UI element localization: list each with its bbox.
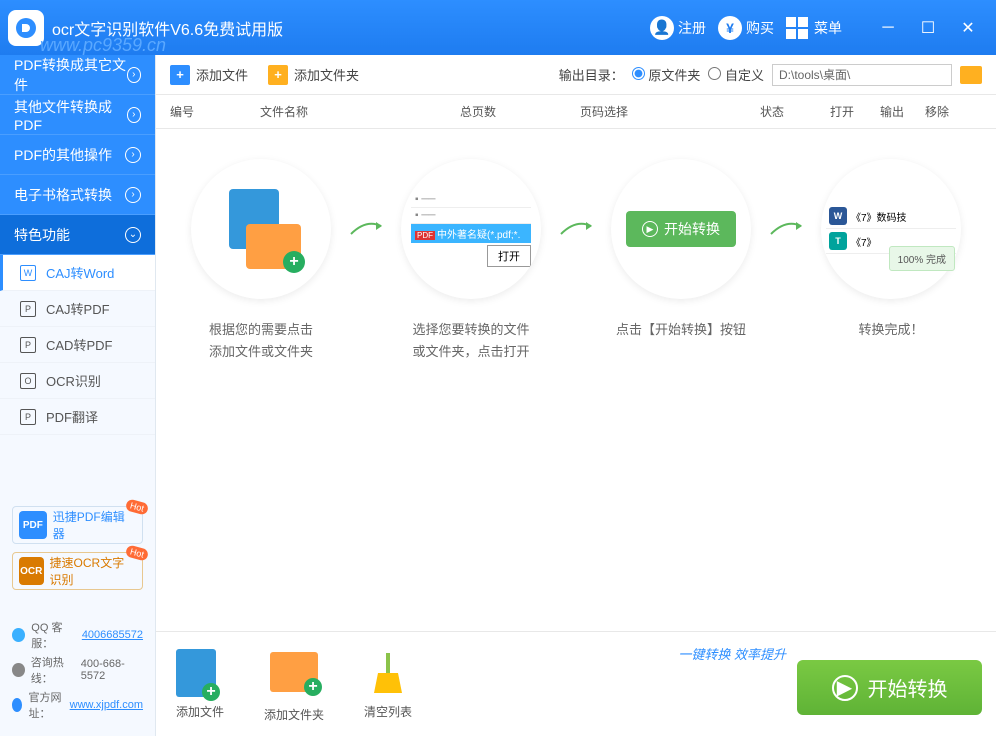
- path-input[interactable]: [772, 64, 952, 86]
- chevron-right-icon: ›: [127, 107, 142, 123]
- qq-icon: [12, 628, 25, 642]
- main-panel: + 添加文件 + 添加文件夹 输出目录： 原文件夹 自定义 编号 文件名称 总页…: [156, 55, 996, 736]
- bottom-add-file-button[interactable]: + 添加文件: [176, 649, 224, 720]
- bottom-clear-button[interactable]: 清空列表: [364, 649, 412, 720]
- maximize-button[interactable]: ☐: [908, 13, 948, 43]
- step-1-illustration: +: [191, 159, 331, 299]
- folder-browse-icon[interactable]: [960, 66, 982, 84]
- contact-info: QQ 客服：4006685572 咨询热线：400-668-5572 官方网址：…: [0, 608, 155, 736]
- toolbar: + 添加文件 + 添加文件夹 输出目录： 原文件夹 自定义: [156, 55, 996, 95]
- qq-link[interactable]: 4006685572: [82, 629, 143, 641]
- col-status: 状态: [760, 103, 830, 120]
- grid-icon: [786, 17, 808, 39]
- chevron-right-icon: ›: [125, 147, 141, 163]
- broom-icon: [364, 649, 412, 697]
- col-remove: 移除: [925, 103, 965, 120]
- app-title: ocr文字识别软件V6.6免费试用版: [52, 16, 283, 40]
- slogan-text: 一键转换 效率提升: [678, 644, 786, 663]
- step-4: W《7》数码技 T《7》 100% 完成 转换完成！: [806, 159, 976, 341]
- yen-icon: ¥: [718, 16, 742, 40]
- empty-state: + 根据您的需要点击添加文件或文件夹 ▪ ──▪ ── PDF中外著名疑(*.p…: [156, 129, 996, 631]
- bottom-add-folder-button[interactable]: + 添加文件夹: [264, 646, 324, 723]
- sidebar-section-ebook[interactable]: 电子书格式转换 ›: [0, 175, 155, 215]
- start-convert-button[interactable]: ▶ 开始转换: [797, 660, 982, 715]
- radio-custom[interactable]: 自定义: [708, 65, 764, 84]
- add-folder-button[interactable]: + 添加文件夹: [268, 65, 359, 85]
- sidebar: PDF转换成其它文件 › 其他文件转换成PDF › PDF的其他操作 › 电子书…: [0, 55, 156, 736]
- register-button[interactable]: 👤 注册: [650, 16, 706, 40]
- ocr-icon: O: [20, 373, 36, 389]
- site-link[interactable]: www.xjpdf.com: [70, 699, 143, 711]
- sidebar-section-special[interactable]: 特色功能 ⌄: [0, 215, 155, 255]
- col-export: 输出: [880, 103, 925, 120]
- chevron-right-icon: ›: [127, 67, 142, 83]
- step-3-illustration: ▶开始转换: [611, 159, 751, 299]
- menu-button[interactable]: 菜单: [786, 17, 842, 39]
- globe-icon: [12, 698, 22, 712]
- play-icon: ▶: [832, 675, 858, 701]
- sidebar-item-ocr[interactable]: O OCR识别: [0, 363, 155, 399]
- sidebar-section-pdf-ops[interactable]: PDF的其他操作 ›: [0, 135, 155, 175]
- sidebar-item-translate[interactable]: P PDF翻译: [0, 399, 155, 435]
- close-button[interactable]: ✕: [948, 13, 988, 43]
- step-4-illustration: W《7》数码技 T《7》 100% 完成: [821, 159, 961, 299]
- arrow-icon: [556, 214, 596, 244]
- add-file-icon: +: [176, 649, 224, 697]
- pdf-icon: P: [20, 301, 36, 317]
- app-logo: [8, 10, 44, 46]
- sidebar-section-pdf-to-other[interactable]: PDF转换成其它文件 ›: [0, 55, 155, 95]
- user-icon: 👤: [650, 16, 674, 40]
- col-number: 编号: [170, 103, 260, 120]
- pdf-icon: P: [20, 337, 36, 353]
- pdf-icon: P: [20, 409, 36, 425]
- add-file-button[interactable]: + 添加文件: [170, 65, 248, 85]
- sidebar-item-caj-pdf[interactable]: P CAJ转PDF: [0, 291, 155, 327]
- word-icon: W: [20, 265, 36, 281]
- sidebar-item-cad-pdf[interactable]: P CAD转PDF: [0, 327, 155, 363]
- ocr-tool-icon: OCR: [19, 557, 44, 585]
- buy-button[interactable]: ¥ 购买: [718, 16, 774, 40]
- step-3: ▶开始转换 点击【开始转换】按钮: [596, 159, 766, 341]
- chevron-down-icon: ⌄: [125, 227, 141, 243]
- bottom-bar: + 添加文件 + 添加文件夹 清空列表 一键转换 效率提升 ▶ 开始转换: [156, 631, 996, 736]
- promo-pdf-editor[interactable]: PDF 迅捷PDF编辑器 Hot: [12, 506, 143, 544]
- pdf-editor-icon: PDF: [19, 511, 47, 539]
- plus-icon: +: [170, 65, 190, 85]
- sidebar-section-other-to-pdf[interactable]: 其他文件转换成PDF ›: [0, 95, 155, 135]
- sidebar-item-caj-word[interactable]: W CAJ转Word: [0, 255, 155, 291]
- radio-original[interactable]: 原文件夹: [632, 65, 701, 84]
- phone-icon: [12, 663, 25, 677]
- minimize-button[interactable]: ─: [868, 13, 908, 43]
- col-open: 打开: [830, 103, 880, 120]
- step-1: + 根据您的需要点击添加文件或文件夹: [176, 159, 346, 363]
- step-2: ▪ ──▪ ── PDF中外著名疑(*.pdf;*. 打开 选择您要转换的文件或…: [386, 159, 556, 363]
- table-header: 编号 文件名称 总页数 页码选择 状态 打开 输出 移除: [156, 95, 996, 129]
- chevron-right-icon: ›: [125, 187, 141, 203]
- outdir-label: 输出目录：: [559, 65, 624, 84]
- col-filename: 文件名称: [260, 103, 460, 120]
- done-badge: 100% 完成: [889, 246, 955, 271]
- col-pages: 总页数: [460, 103, 580, 120]
- promo-ocr-tool[interactable]: OCR 捷速OCR文字识别 Hot: [12, 552, 143, 590]
- add-folder-icon: +: [270, 652, 318, 700]
- titlebar: ocr文字识别软件V6.6免费试用版 www.pc9359.cn 👤 注册 ¥ …: [0, 0, 996, 55]
- step-2-illustration: ▪ ──▪ ── PDF中外著名疑(*.pdf;*. 打开: [401, 159, 541, 299]
- col-page-select: 页码选择: [580, 103, 760, 120]
- arrow-icon: [766, 214, 806, 244]
- arrow-icon: [346, 214, 386, 244]
- plus-icon: +: [268, 65, 288, 85]
